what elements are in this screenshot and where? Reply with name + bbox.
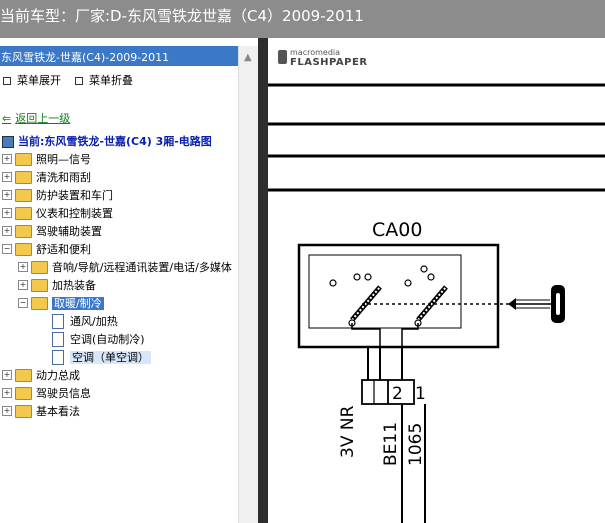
back-arrow-icon: ⇐ xyxy=(2,112,12,125)
folder-icon xyxy=(15,170,32,184)
tree-node-driving-aids[interactable]: + 驾驶辅助装置 xyxy=(2,223,102,241)
tree-node-comfort[interactable]: − 舒适和便利 xyxy=(2,241,91,259)
expand-icon[interactable]: + xyxy=(18,280,28,290)
flashpaper-viewer[interactable]: CA00 2 1 3V NR BE11 1065 macromedia FLAS… xyxy=(268,38,605,523)
collapse-all-icon xyxy=(75,77,83,85)
pin-label-2: 2 xyxy=(392,384,403,404)
computer-icon xyxy=(2,136,14,148)
folder-icon xyxy=(31,278,48,292)
panel-header-title: 东风雪铁龙-世嘉(C4)-2009-2011 xyxy=(1,51,170,64)
internal-wire xyxy=(351,323,381,347)
contact-icon xyxy=(364,273,372,281)
tree-leaf-ac-auto[interactable]: 空调(自动制冷) xyxy=(52,331,145,349)
tree-leaf-ac-single[interactable]: 空调（单空调） xyxy=(52,349,151,367)
tree-panel: 东风雪铁龙-世嘉(C4)-2009-2011 ▲ 菜单展开 菜单折叠 ⇐ 返回上一… xyxy=(0,38,258,523)
folder-icon xyxy=(15,152,32,166)
tree-node-instruments[interactable]: + 仪表和控制装置 xyxy=(2,205,113,223)
scroll-up-icon[interactable]: ▲ xyxy=(244,52,252,63)
folder-icon xyxy=(15,368,32,382)
expand-icon[interactable]: + xyxy=(2,226,12,236)
document-icon xyxy=(52,313,64,329)
expand-icon[interactable]: + xyxy=(2,208,12,218)
expand-icon[interactable]: + xyxy=(2,406,12,416)
tree-node-heating-equip[interactable]: + 加热装备 xyxy=(18,277,96,295)
tree-node-powertrain[interactable]: + 动力总成 xyxy=(2,367,80,385)
tree-scrollbar[interactable]: ▲ xyxy=(238,46,258,523)
open-folder-icon xyxy=(15,242,32,256)
key-tip-icon xyxy=(508,298,516,310)
expand-icon[interactable]: + xyxy=(2,190,12,200)
key-head-slot xyxy=(556,293,560,315)
internal-wire xyxy=(401,323,419,347)
folder-icon xyxy=(31,260,48,274)
contact-icon xyxy=(420,265,428,273)
tree-node-protection-doors[interactable]: + 防护装置和车门 xyxy=(2,187,113,205)
expand-icon[interactable]: + xyxy=(2,172,12,182)
pane-splitter[interactable] xyxy=(258,38,268,523)
collapse-icon[interactable]: − xyxy=(18,298,28,308)
tree-node-audio-nav[interactable]: + 音响/导航/远程通讯装置/电话/多媒体 xyxy=(18,259,232,277)
collapse-icon[interactable]: − xyxy=(2,244,12,254)
contact-icon xyxy=(353,273,361,281)
component-box xyxy=(297,243,500,349)
contact-icon xyxy=(329,279,337,287)
folder-icon xyxy=(15,386,32,400)
expand-icon[interactable]: + xyxy=(2,388,12,398)
tree-node-driver-info[interactable]: + 驾驶员信息 xyxy=(2,385,91,403)
tree-node-lighting[interactable]: + 照明—信号 xyxy=(2,151,91,169)
expand-icon[interactable]: + xyxy=(2,154,12,164)
wire-label-left: 3V NR xyxy=(338,405,358,458)
wire-label-mid: BE11 xyxy=(381,422,401,466)
contact-icon xyxy=(404,279,412,287)
tree-leaf-ventilation-heating[interactable]: 通风/加热 xyxy=(52,313,118,331)
switch-housing xyxy=(308,254,462,329)
back-link[interactable]: ⇐ 返回上一级 xyxy=(2,110,70,126)
connector-label: CA00 xyxy=(372,219,422,241)
open-folder-icon xyxy=(31,296,48,310)
expand-icon[interactable]: + xyxy=(2,370,12,380)
folder-icon xyxy=(15,404,32,418)
folder-icon xyxy=(15,224,32,238)
panel-header: 东风雪铁龙-世嘉(C4)-2009-2011 xyxy=(0,46,238,66)
tree-node-basic[interactable]: + 基本看法 xyxy=(2,403,80,421)
title-bar: 当前车型：厂家:D-东风雪铁龙世嘉（C4）2009-2011 xyxy=(0,0,605,38)
tree-node-wash-wipe[interactable]: + 清洗和雨刮 xyxy=(2,169,91,187)
expand-all-icon xyxy=(3,77,11,85)
contact-icon xyxy=(427,273,435,281)
expand-icon[interactable]: + xyxy=(18,262,28,272)
macromedia-logo-icon xyxy=(278,50,287,64)
window-title: 当前车型：厂家:D-东风雪铁龙世嘉（C4）2009-2011 xyxy=(0,7,364,25)
wiring-diagram: CA00 2 1 3V NR BE11 1065 xyxy=(268,83,605,523)
wire-label-right: 1065 xyxy=(406,423,426,466)
document-icon xyxy=(52,331,64,347)
current-location: 当前:东风雪铁龙-世嘉(C4) 3厢-电路图 xyxy=(2,133,212,149)
folder-icon xyxy=(15,206,32,220)
expand-all-button[interactable]: 菜单展开 xyxy=(3,72,61,88)
document-icon xyxy=(52,349,64,365)
folder-icon xyxy=(15,188,32,202)
pin-label-1: 1 xyxy=(415,384,426,404)
collapse-all-button[interactable]: 菜单折叠 xyxy=(75,72,133,88)
tree-node-heating-cooling[interactable]: − 取暖/制冷 xyxy=(18,295,104,313)
